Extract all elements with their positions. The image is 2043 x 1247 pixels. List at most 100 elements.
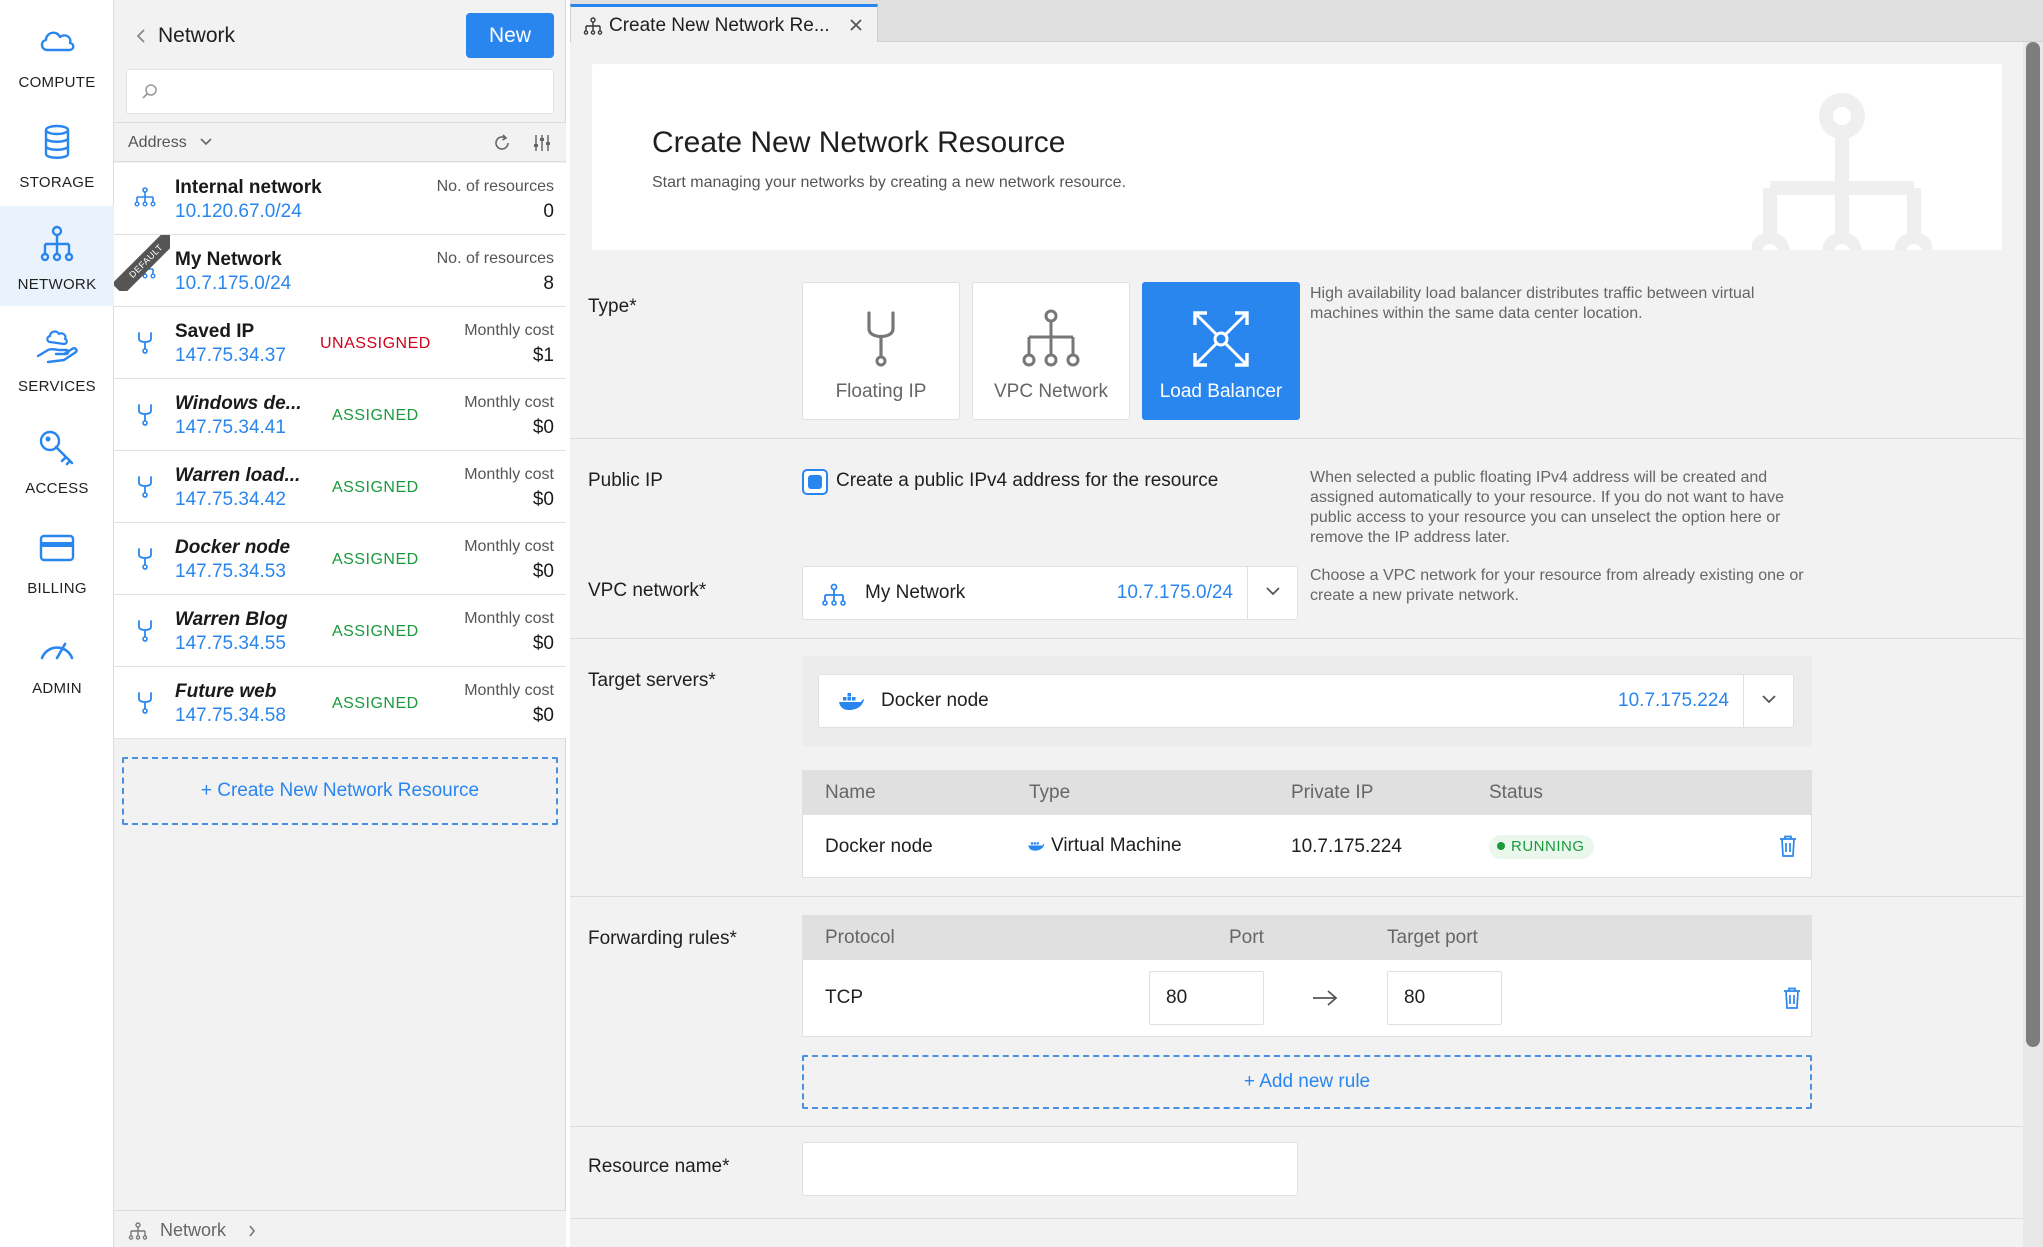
trash-icon[interactable] xyxy=(1779,835,1797,857)
network-icon xyxy=(40,225,74,262)
footer-label[interactable]: Network xyxy=(160,1220,226,1241)
create-network-resource-link[interactable]: + Create New Network Resource xyxy=(122,757,558,825)
load-balancer-icon xyxy=(1193,311,1249,367)
type-help: High availability load balancer distribu… xyxy=(1310,285,1755,322)
page-subtitle: Start managing your networks by creating… xyxy=(652,174,1127,191)
list-footer: Network xyxy=(114,1210,566,1247)
column-header: Private IP xyxy=(1291,782,1374,803)
nav-compute[interactable]: COMPUTE xyxy=(0,4,114,104)
status-badge: RUNNING xyxy=(1489,835,1594,859)
type-label: Type* xyxy=(588,296,637,317)
app-window: COMPUTE STORAGE NETWORK SERVICES ACCESS … xyxy=(0,0,2043,1247)
target-port-input[interactable]: 80 xyxy=(1387,971,1502,1025)
public-ip-checkbox[interactable] xyxy=(802,469,828,495)
nav-network[interactable]: NETWORK xyxy=(0,206,114,306)
item-address: 147.75.34.58 xyxy=(175,705,286,726)
item-status: UNASSIGNED xyxy=(320,335,431,352)
column-header: Port xyxy=(1229,927,1264,948)
chevron-down-icon[interactable] xyxy=(200,138,212,146)
item-status: ASSIGNED xyxy=(332,695,419,712)
item-address: 147.75.34.37 xyxy=(175,345,286,366)
list-item[interactable]: Docker node 147.75.34.53 ASSIGNED Monthly c… xyxy=(114,523,566,595)
type-option-label: Floating IP xyxy=(835,381,927,402)
resource-name-label: Resource name* xyxy=(588,1156,730,1177)
tab-bar: Create New Network Re... xyxy=(570,0,2043,42)
network-icon xyxy=(134,187,156,207)
network-icon xyxy=(583,17,603,35)
scrollbar[interactable] xyxy=(2023,42,2043,1247)
filter-sliders-icon[interactable] xyxy=(532,133,552,153)
default-ribbon-text: DEFAULT xyxy=(114,235,170,291)
list-item[interactable]: Warren Blog 147.75.34.55 ASSIGNED Monthly c… xyxy=(114,595,566,667)
item-address: 10.120.67.0/24 xyxy=(175,201,302,222)
fork-icon xyxy=(138,548,152,570)
database-icon xyxy=(44,124,70,159)
nav-access[interactable]: ACCESS xyxy=(0,410,114,510)
public-ip-help: When selected a public floating IPv4 add… xyxy=(1310,469,1785,546)
target-server-select[interactable]: Docker node 10.7.175.224 xyxy=(818,674,1794,728)
list-item[interactable]: Saved IP 147.75.34.37 UNASSIGNED Monthly co… xyxy=(114,307,566,379)
list-item[interactable]: Future web 147.75.34.58 ASSIGNED Monthly co… xyxy=(114,667,566,739)
fork-icon xyxy=(134,331,156,355)
type-vpc-network[interactable]: VPC Network xyxy=(972,282,1130,420)
type-option-label: Load Balancer xyxy=(1159,381,1283,402)
nav-admin[interactable]: ADMIN xyxy=(0,610,114,710)
fork-icon xyxy=(138,620,152,642)
fork-icon xyxy=(138,476,152,498)
list-title: Network xyxy=(158,24,236,47)
list-item[interactable]: Internal network 10.120.67.0/24 No. of res… xyxy=(114,163,566,235)
list-item[interactable]: Warren load... 147.75.34.42 ASSIGNED Monthl… xyxy=(114,451,566,523)
network-watermark-icon xyxy=(1752,93,1932,250)
public-ip-checkbox-label[interactable]: Create a public IPv4 address for the res… xyxy=(836,470,1218,492)
form-header-card: Create New Network Resource Start managi… xyxy=(592,64,2002,250)
column-header: Target port xyxy=(1387,927,1478,948)
nav-storage[interactable]: STORAGE xyxy=(0,104,114,204)
target-servers-label: Target servers* xyxy=(588,670,716,691)
list-item[interactable]: My Network 10.7.175.0/24 No. of resources 8… xyxy=(114,235,566,307)
vpc-network-select[interactable]: My Network 10.7.175.0/24 xyxy=(802,566,1298,620)
type-floating-ip[interactable]: Floating IP xyxy=(802,282,960,420)
scrollbar-thumb[interactable] xyxy=(2026,42,2040,1047)
server-name: Docker node xyxy=(825,836,933,857)
server-private-ip: 10.7.175.224 xyxy=(1291,836,1402,857)
divider xyxy=(570,1126,2023,1127)
item-status: ASSIGNED xyxy=(332,623,419,640)
resource-name-input[interactable] xyxy=(802,1142,1298,1196)
nav-services[interactable]: SERVICES xyxy=(0,308,114,408)
item-name: Warren load... xyxy=(175,465,301,486)
fork-icon xyxy=(134,475,156,499)
chevron-left-icon[interactable] xyxy=(136,28,146,44)
new-button[interactable]: New xyxy=(466,13,554,58)
refresh-icon[interactable] xyxy=(492,133,512,153)
public-ip-label: Public IP xyxy=(588,470,663,491)
sort-dropdown[interactable]: Address xyxy=(128,134,187,152)
chevron-right-icon[interactable] xyxy=(248,1225,256,1237)
nav-label: STORAGE xyxy=(19,174,95,191)
status-text: RUNNING xyxy=(1511,838,1585,855)
close-icon[interactable] xyxy=(849,18,863,32)
vpc-selected-cidr: 10.7.175.0/24 xyxy=(1116,582,1233,603)
status-dot xyxy=(1497,842,1505,850)
vpc-selected-name: My Network xyxy=(865,582,966,603)
nav-billing[interactable]: BILLING xyxy=(0,510,114,610)
table-header: Name Type Private IP Status xyxy=(803,771,1811,815)
port-input[interactable]: 80 xyxy=(1149,971,1264,1025)
vpc-dropdown-toggle[interactable] xyxy=(1247,567,1297,619)
target-dropdown-toggle[interactable] xyxy=(1743,675,1793,727)
fork-icon xyxy=(138,404,152,426)
tab-create-network-resource[interactable]: Create New Network Re... xyxy=(570,4,878,42)
item-meta-value: 0 xyxy=(543,201,554,222)
divider xyxy=(570,438,2023,439)
gauge-icon xyxy=(40,642,74,660)
add-rule-button[interactable]: + Add new rule xyxy=(802,1055,1812,1109)
main-nav: COMPUTE STORAGE NETWORK SERVICES ACCESS … xyxy=(0,0,114,1247)
item-meta-label: No. of resources xyxy=(436,250,554,267)
list-item[interactable]: Windows de... 147.75.34.41 ASSIGNED Monthly… xyxy=(114,379,566,451)
item-status: ASSIGNED xyxy=(332,479,419,496)
network-list-panel: Network New Address Internal network 10.1… xyxy=(114,0,566,1247)
trash-icon[interactable] xyxy=(1783,987,1801,1009)
search-input[interactable] xyxy=(126,69,554,114)
type-load-balancer[interactable]: Load Balancer xyxy=(1142,282,1300,420)
target-selected-ip: 10.7.175.224 xyxy=(1618,690,1729,711)
target-servers-table: Name Type Private IP Status Docker node … xyxy=(802,770,1812,878)
